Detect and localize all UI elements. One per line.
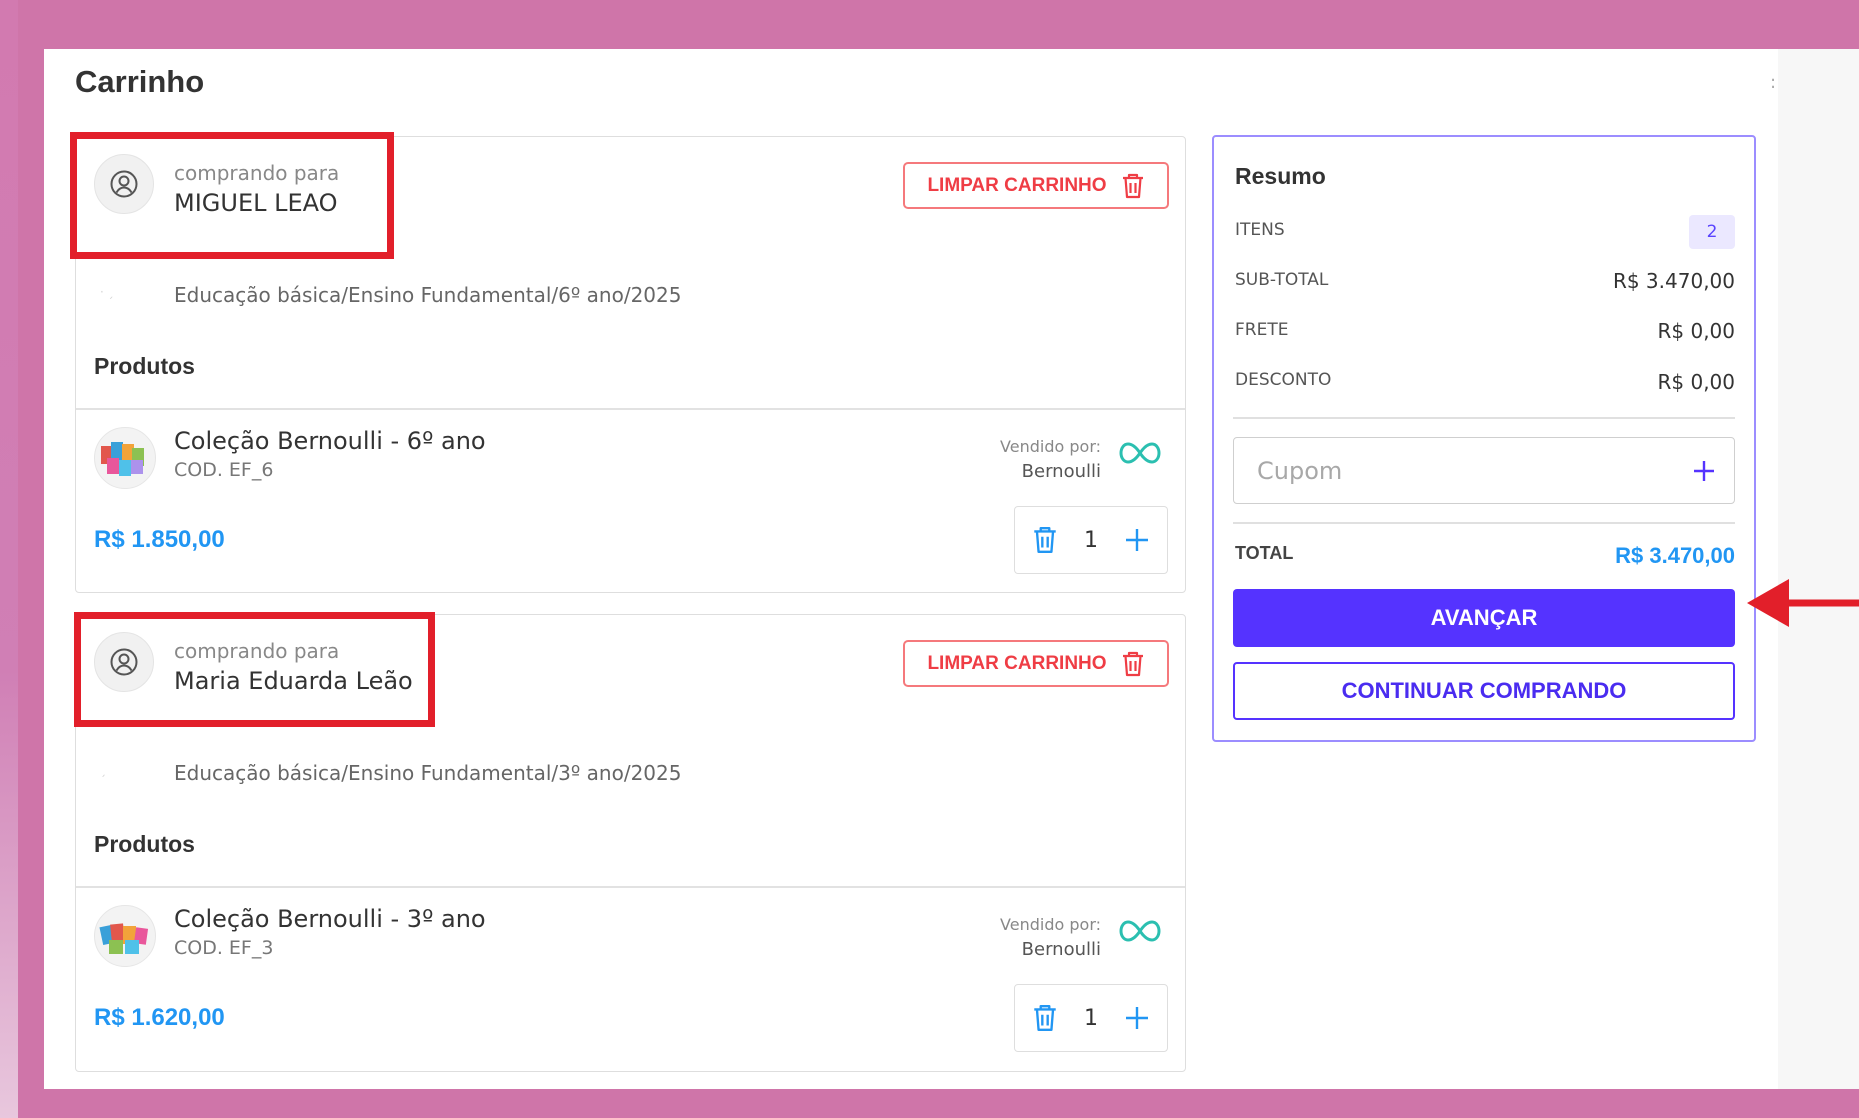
increase-quantity-button[interactable] — [1119, 522, 1155, 558]
clear-cart-label: LIMPAR CARRINHO — [927, 174, 1107, 196]
divider — [76, 886, 1185, 888]
products-heading: Produtos — [94, 353, 195, 379]
increase-quantity-button[interactable] — [1119, 1000, 1155, 1036]
total-value: R$ 3.470,00 — [1615, 543, 1735, 568]
items-label: ITENS — [1235, 220, 1285, 240]
right-side-pane — [1778, 49, 1859, 1089]
remove-item-button[interactable] — [1027, 1000, 1063, 1036]
product-price: R$ 1.850,00 — [94, 526, 225, 553]
clear-cart-label: LIMPAR CARRINHO — [927, 652, 1107, 674]
annotation-arrow-icon — [1747, 579, 1859, 627]
left-edge-strip — [0, 0, 18, 1118]
product-name: Coleção Bernoulli - 6º ano — [174, 427, 486, 455]
subtotal-label: SUB-TOTAL — [1235, 270, 1329, 290]
segment-image: · ˏ — [100, 285, 114, 299]
trash-icon — [1122, 651, 1143, 676]
trash-icon — [1034, 527, 1056, 553]
segment-image: ˏ — [100, 763, 106, 777]
shipping-value: R$ 0,00 — [1657, 319, 1735, 343]
segment-path: Educação básica/Ensino Fundamental/6º an… — [174, 283, 682, 307]
clear-cart-button[interactable]: LIMPAR CARRINHO — [903, 640, 1169, 687]
product-name: Coleção Bernoulli - 3º ano — [174, 905, 486, 933]
cart-card-miguel: comprando para MIGUEL LEAO LIMPAR CARRIN… — [75, 136, 1186, 593]
buying-for-caption: comprando para — [174, 639, 340, 663]
plus-icon — [1126, 529, 1148, 551]
subtotal-value: R$ 3.470,00 — [1612, 269, 1735, 293]
segment-path: Educação básica/Ensino Fundamental/3º an… — [174, 761, 682, 785]
summary-title: Resumo — [1235, 163, 1326, 189]
quantity-stepper: 1 — [1014, 506, 1168, 574]
clear-cart-button[interactable]: LIMPAR CARRINHO — [903, 162, 1169, 209]
buying-for-caption: comprando para — [174, 161, 340, 185]
quantity-value: 1 — [1084, 1005, 1098, 1031]
quantity-stepper: 1 — [1014, 984, 1168, 1052]
plus-icon — [1694, 461, 1714, 481]
advance-button[interactable]: AVANÇAR — [1233, 589, 1735, 647]
product-code: COD. EF_6 — [174, 459, 274, 481]
divider — [1233, 522, 1735, 524]
shipping-label: FRETE — [1235, 320, 1289, 340]
buyer-name: MIGUEL LEAO — [174, 189, 338, 217]
user-circle-icon — [94, 632, 154, 692]
add-coupon-button[interactable] — [1688, 455, 1720, 487]
divider — [76, 408, 1185, 410]
page-title: Carrinho — [75, 64, 205, 99]
total-label: TOTAL — [1235, 543, 1294, 563]
product-code: COD. EF_3 — [174, 937, 274, 959]
plus-icon — [1126, 1007, 1148, 1029]
discount-label: DESCONTO — [1235, 370, 1332, 390]
cart-card-maria: comprando para Maria Eduarda Leão LIMPAR… — [75, 614, 1186, 1072]
seller-name: Bernoulli — [1021, 939, 1101, 960]
items-count-badge: 2 — [1689, 215, 1735, 249]
products-heading: Produtos — [94, 831, 195, 857]
coupon-input[interactable] — [1257, 452, 1677, 490]
infinity-icon — [1119, 920, 1161, 942]
continue-shopping-button[interactable]: CONTINUAR COMPRANDO — [1233, 662, 1735, 720]
product-thumbnail — [94, 427, 156, 489]
sold-by-label: Vendido por: — [1000, 437, 1101, 456]
more-options-icon[interactable]: : — [1770, 72, 1776, 93]
remove-item-button[interactable] — [1027, 522, 1063, 558]
seller-name: Bernoulli — [1021, 461, 1101, 482]
infinity-icon — [1119, 442, 1161, 464]
trash-icon — [1122, 173, 1143, 198]
order-summary-panel: Resumo ITENS 2 SUB-TOTAL R$ 3.470,00 FRE… — [1212, 135, 1756, 742]
sold-by-label: Vendido por: — [1000, 915, 1101, 934]
coupon-field — [1233, 437, 1735, 504]
discount-value: R$ 0,00 — [1657, 370, 1735, 394]
buyer-name: Maria Eduarda Leão — [174, 667, 413, 695]
product-thumbnail — [94, 905, 156, 967]
divider — [1233, 417, 1735, 419]
user-circle-icon — [94, 154, 154, 214]
quantity-value: 1 — [1084, 527, 1098, 553]
trash-icon — [1034, 1005, 1056, 1031]
product-price: R$ 1.620,00 — [94, 1004, 225, 1031]
